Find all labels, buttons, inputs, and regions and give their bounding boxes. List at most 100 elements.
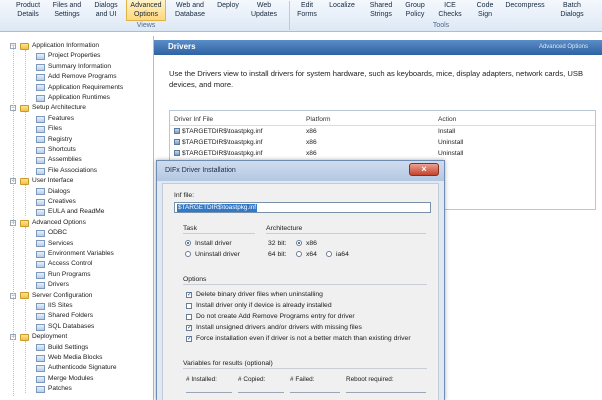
tree-item[interactable]: Patches <box>36 384 72 395</box>
tree-folder[interactable]: Deployment <box>20 332 67 343</box>
tree-item[interactable]: Creatives <box>36 197 76 208</box>
files-and-settings-button[interactable]: Files and Settings <box>48 0 86 21</box>
tree-item[interactable]: Authenticode Signature <box>36 363 117 374</box>
close-icon[interactable]: × <box>409 163 439 176</box>
navigation-tree[interactable]: Application Information − Project Properti… <box>0 36 154 400</box>
tree-item[interactable]: Shared Folders <box>36 311 93 322</box>
tree-folder[interactable]: User Interface <box>20 176 73 187</box>
option-checkbox[interactable]: ✓ <box>186 325 192 331</box>
tree-item[interactable]: Shortcuts <box>36 145 76 156</box>
tree-item[interactable]: Run Programs <box>36 270 91 281</box>
tree-item[interactable]: Services <box>36 239 73 250</box>
table-row[interactable]: $TARGETDIR$\toastpkg.inf <box>174 139 263 146</box>
tree-item[interactable]: Registry <box>36 135 72 146</box>
tree-item[interactable]: IIS Sites <box>36 301 73 312</box>
reboot-input[interactable] <box>346 392 426 393</box>
group-policy-button[interactable]: Group Policy <box>400 0 430 21</box>
option-label[interactable]: Install driver only if device is already… <box>196 302 332 309</box>
tree-item[interactable]: Access Control <box>36 259 92 270</box>
ribbon-toolbar: Product Details Files and Settings Dialo… <box>0 0 602 32</box>
install-driver-label[interactable]: Install driver <box>195 240 232 247</box>
col-header-inf-file[interactable]: Driver Inf File <box>174 116 213 123</box>
option-label[interactable]: Install unsigned drivers and/or drivers … <box>196 324 362 331</box>
option-checkbox[interactable] <box>186 314 192 320</box>
web-updates-label-2: Updates <box>250 11 278 18</box>
tree-item[interactable]: Environment Variables <box>36 249 114 260</box>
tree-item[interactable]: File Associations <box>36 166 97 177</box>
edit-forms-button[interactable]: Edit Forms <box>294 0 320 21</box>
shared-strings-label-1: Shared <box>369 2 393 9</box>
advanced-options-button[interactable]: Advanced Options <box>126 0 166 21</box>
tree-item[interactable]: EULA and ReadMe <box>36 207 104 218</box>
tree-item[interactable]: Dialogs <box>36 187 70 198</box>
tree-connector <box>25 50 26 102</box>
copied-input[interactable] <box>238 392 284 393</box>
x86-radio[interactable] <box>296 240 302 246</box>
advanced-options-link[interactable]: Advanced Options <box>539 44 588 50</box>
dialogs-and-ui-button[interactable]: Dialogs and UI <box>88 0 124 21</box>
tree-item[interactable]: SQL Databases <box>36 322 94 333</box>
product-details-button[interactable]: Product Details <box>10 0 46 21</box>
dialog-titlebar[interactable]: DIFx Driver Installation × <box>157 161 444 181</box>
tree-item[interactable]: Assemblies <box>36 155 82 166</box>
table-row[interactable]: $TARGETDIR$\toastpkg.inf <box>174 150 263 157</box>
inf-file-input[interactable]: $TARGETDIR$\toastpkg.inf <box>174 202 431 213</box>
tree-folder[interactable]: Server Configuration <box>20 291 92 302</box>
tree-item[interactable]: Web Media Blocks <box>36 353 102 364</box>
col-header-platform[interactable]: Platform <box>306 116 331 123</box>
shared-strings-button[interactable]: Shared Strings <box>366 0 396 21</box>
tree-item[interactable]: ODBC <box>36 228 67 239</box>
option-checkbox[interactable]: ✓ <box>186 336 192 342</box>
tree-folder[interactable]: Setup Architecture <box>20 103 86 114</box>
tree-item[interactable]: Features <box>36 114 74 125</box>
option-checkbox[interactable] <box>186 303 192 309</box>
tree-item-label: Services <box>48 239 74 247</box>
tree-item[interactable]: Add Remove Programs <box>36 72 117 83</box>
tree-item[interactable]: Drivers <box>36 280 69 291</box>
deploy-button[interactable]: Deploy <box>212 0 244 21</box>
install-driver-radio[interactable] <box>185 240 191 246</box>
folder-icon <box>20 177 29 185</box>
uninstall-driver-label[interactable]: Uninstall driver <box>195 251 240 258</box>
tree-item-label: Advanced Options <box>32 218 86 226</box>
row-file: $TARGETDIR$\toastpkg.inf <box>182 128 263 135</box>
col-header-action[interactable]: Action <box>438 116 456 123</box>
web-and-database-button[interactable]: Web and Database <box>170 0 210 21</box>
page-icon <box>36 354 45 362</box>
table-row[interactable]: $TARGETDIR$\toastpkg.inf <box>174 128 263 135</box>
x64-label[interactable]: x64 <box>306 251 317 258</box>
tree-item[interactable]: Application Runtimes <box>36 93 110 104</box>
tree-folder[interactable]: Application Information <box>20 41 99 52</box>
tools-group-label: Tools <box>432 22 450 29</box>
localize-button[interactable]: Localize <box>324 0 360 21</box>
option-label[interactable]: Do not create Add Remove Programs entry … <box>196 313 355 320</box>
batch-dialogs-button[interactable]: Batch Dialogs <box>556 0 588 21</box>
web-database-label-2: Database <box>175 11 205 18</box>
tree-item[interactable]: Application Requirements <box>36 83 123 94</box>
ia64-label[interactable]: ia64 <box>336 251 349 258</box>
tree-item[interactable]: Merge Modules <box>36 374 93 385</box>
ice-checks-button[interactable]: ICE Checks <box>434 0 466 21</box>
tree-item[interactable]: Project Properties <box>36 51 100 62</box>
tree-item[interactable]: Build Settings <box>36 343 88 354</box>
tree-item-label: Run Programs <box>48 270 91 278</box>
code-sign-button[interactable]: Code Sign <box>472 0 498 21</box>
tree-item[interactable]: Files <box>36 124 62 135</box>
decompress-button[interactable]: Decompress <box>502 0 548 21</box>
option-checkbox[interactable]: ✓ <box>186 292 192 298</box>
failed-input[interactable] <box>290 392 340 393</box>
web-updates-button[interactable]: Web Updates <box>246 0 282 21</box>
ia64-radio[interactable] <box>326 251 332 257</box>
tree-item-label: Registry <box>48 135 73 143</box>
tree-item-label: Shared Folders <box>48 312 94 320</box>
x86-label[interactable]: x86 <box>306 240 317 247</box>
x64-radio[interactable] <box>296 251 302 257</box>
tree-item[interactable]: Summary Information <box>36 62 111 73</box>
dialogs-ui-label-2: and UI <box>95 11 117 18</box>
task-divider <box>183 233 255 234</box>
tree-folder[interactable]: Advanced Options <box>20 218 86 229</box>
installed-input[interactable] <box>186 392 232 393</box>
option-label[interactable]: Delete binary driver files when uninstal… <box>196 291 323 298</box>
uninstall-driver-radio[interactable] <box>185 251 191 257</box>
option-label[interactable]: Force installation even if driver is not… <box>196 335 411 342</box>
